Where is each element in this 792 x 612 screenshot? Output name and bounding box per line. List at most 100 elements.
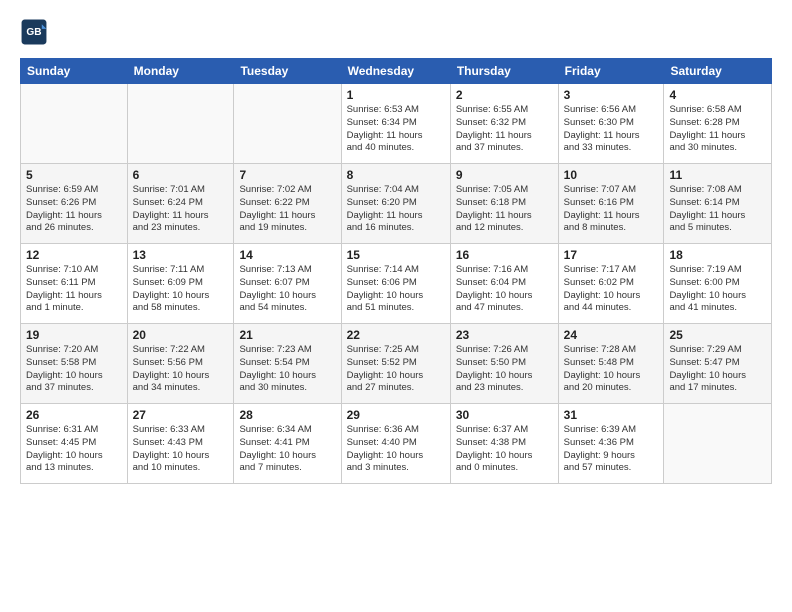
weekday-header-thursday: Thursday: [450, 59, 558, 84]
day-number: 22: [347, 328, 445, 342]
day-number: 16: [456, 248, 553, 262]
calendar-cell: 26 Sunrise: 6:31 AM Sunset: 4:45 PM Dayli…: [21, 404, 128, 484]
calendar-cell: 13Sunrise: 7:11 AM Sunset: 6:09 PM Dayli…: [127, 244, 234, 324]
calendar-cell: 3 Sunrise: 6:56 AM Sunset: 6:30 PM Daylig…: [558, 84, 664, 164]
calendar-week-4: 19Sunrise: 7:20 AM Sunset: 5:58 PM Dayli…: [21, 324, 772, 404]
day-info: Sunrise: 7:25 AM Sunset: 5:52 PM Dayligh…: [347, 344, 445, 395]
calendar-cell: 14Sunrise: 7:13 AM Sunset: 6:07 PM Dayli…: [234, 244, 341, 324]
day-info: Sunrise: 6:33 AM Sunset: 4:43 PM Dayligh…: [133, 424, 229, 475]
calendar-cell: 12 Sunrise: 7:10 AM Sunset: 6:11 PM Dayli…: [21, 244, 128, 324]
calendar-cell: 11 Sunrise: 7:08 AM Sunset: 6:14 PM Dayli…: [664, 164, 772, 244]
day-number: 15: [347, 248, 445, 262]
day-number: 7: [239, 168, 335, 182]
calendar-cell: 27 Sunrise: 6:33 AM Sunset: 4:43 PM Dayli…: [127, 404, 234, 484]
day-info: Sunrise: 7:28 AM Sunset: 5:48 PM Dayligh…: [564, 344, 659, 395]
calendar-cell: 8 Sunrise: 7:04 AM Sunset: 6:20 PM Daylig…: [341, 164, 450, 244]
day-info: Sunrise: 7:26 AM Sunset: 5:50 PM Dayligh…: [456, 344, 553, 395]
day-info: Sunrise: 7:10 AM Sunset: 6:11 PM Dayligh…: [26, 264, 122, 315]
day-number: 26: [26, 408, 122, 422]
day-info: Sunrise: 7:14 AM Sunset: 6:06 PM Dayligh…: [347, 264, 445, 315]
calendar-cell: 24 Sunrise: 7:28 AM Sunset: 5:48 PM Dayli…: [558, 324, 664, 404]
svg-text:GB: GB: [26, 27, 41, 38]
day-number: 8: [347, 168, 445, 182]
day-number: 12: [26, 248, 122, 262]
calendar-cell: 2 Sunrise: 6:55 AM Sunset: 6:32 PM Daylig…: [450, 84, 558, 164]
day-number: 6: [133, 168, 229, 182]
page: GB SundayMondayTuesdayWednesdayThursdayF…: [0, 0, 792, 612]
day-info: Sunrise: 7:02 AM Sunset: 6:22 PM Dayligh…: [239, 184, 335, 235]
day-number: 23: [456, 328, 553, 342]
day-info: Sunrise: 6:34 AM Sunset: 4:41 PM Dayligh…: [239, 424, 335, 475]
day-info: Sunrise: 7:05 AM Sunset: 6:18 PM Dayligh…: [456, 184, 553, 235]
day-info: Sunrise: 7:07 AM Sunset: 6:16 PM Dayligh…: [564, 184, 659, 235]
calendar-week-1: 1Sunrise: 6:53 AM Sunset: 6:34 PM Daylig…: [21, 84, 772, 164]
calendar-cell: 1Sunrise: 6:53 AM Sunset: 6:34 PM Daylig…: [341, 84, 450, 164]
calendar-cell: 7 Sunrise: 7:02 AM Sunset: 6:22 PM Daylig…: [234, 164, 341, 244]
calendar-cell: 31 Sunrise: 6:39 AM Sunset: 4:36 PM Dayli…: [558, 404, 664, 484]
day-info: Sunrise: 6:55 AM Sunset: 6:32 PM Dayligh…: [456, 104, 553, 155]
day-info: Sunrise: 7:08 AM Sunset: 6:14 PM Dayligh…: [669, 184, 766, 235]
calendar-cell: 10 Sunrise: 7:07 AM Sunset: 6:16 PM Dayli…: [558, 164, 664, 244]
day-info: Sunrise: 6:39 AM Sunset: 4:36 PM Dayligh…: [564, 424, 659, 475]
day-number: 25: [669, 328, 766, 342]
day-number: 20: [133, 328, 229, 342]
weekday-header-sunday: Sunday: [21, 59, 128, 84]
day-info: Sunrise: 6:31 AM Sunset: 4:45 PM Dayligh…: [26, 424, 122, 475]
day-info: Sunrise: 6:37 AM Sunset: 4:38 PM Dayligh…: [456, 424, 553, 475]
calendar-cell: 28 Sunrise: 6:34 AM Sunset: 4:41 PM Dayli…: [234, 404, 341, 484]
calendar-cell: [21, 84, 128, 164]
day-number: 9: [456, 168, 553, 182]
calendar-cell: 4Sunrise: 6:58 AM Sunset: 6:28 PM Daylig…: [664, 84, 772, 164]
calendar-cell: [664, 404, 772, 484]
calendar-cell: 25 Sunrise: 7:29 AM Sunset: 5:47 PM Dayli…: [664, 324, 772, 404]
calendar-cell: 16 Sunrise: 7:16 AM Sunset: 6:04 PM Dayli…: [450, 244, 558, 324]
calendar-cell: 18Sunrise: 7:19 AM Sunset: 6:00 PM Dayli…: [664, 244, 772, 324]
day-number: 28: [239, 408, 335, 422]
day-number: 10: [564, 168, 659, 182]
calendar-cell: [127, 84, 234, 164]
header: GB: [20, 18, 772, 46]
day-info: Sunrise: 6:56 AM Sunset: 6:30 PM Dayligh…: [564, 104, 659, 155]
day-number: 2: [456, 88, 553, 102]
calendar-cell: 30Sunrise: 6:37 AM Sunset: 4:38 PM Dayli…: [450, 404, 558, 484]
calendar-table: SundayMondayTuesdayWednesdayThursdayFrid…: [20, 58, 772, 484]
weekday-header-saturday: Saturday: [664, 59, 772, 84]
day-number: 17: [564, 248, 659, 262]
calendar-cell: 29Sunrise: 6:36 AM Sunset: 4:40 PM Dayli…: [341, 404, 450, 484]
day-number: 19: [26, 328, 122, 342]
calendar-cell: 5Sunrise: 6:59 AM Sunset: 6:26 PM Daylig…: [21, 164, 128, 244]
calendar-cell: 9 Sunrise: 7:05 AM Sunset: 6:18 PM Daylig…: [450, 164, 558, 244]
calendar-cell: 20 Sunrise: 7:22 AM Sunset: 5:56 PM Dayli…: [127, 324, 234, 404]
day-info: Sunrise: 7:22 AM Sunset: 5:56 PM Dayligh…: [133, 344, 229, 395]
calendar-week-5: 26 Sunrise: 6:31 AM Sunset: 4:45 PM Dayli…: [21, 404, 772, 484]
day-number: 29: [347, 408, 445, 422]
day-info: Sunrise: 7:01 AM Sunset: 6:24 PM Dayligh…: [133, 184, 229, 235]
calendar-week-2: 5Sunrise: 6:59 AM Sunset: 6:26 PM Daylig…: [21, 164, 772, 244]
day-info: Sunrise: 7:29 AM Sunset: 5:47 PM Dayligh…: [669, 344, 766, 395]
day-number: 3: [564, 88, 659, 102]
calendar-cell: [234, 84, 341, 164]
logo-icon: GB: [20, 18, 48, 46]
calendar-cell: 17 Sunrise: 7:17 AM Sunset: 6:02 PM Dayli…: [558, 244, 664, 324]
weekday-header-tuesday: Tuesday: [234, 59, 341, 84]
day-number: 24: [564, 328, 659, 342]
day-info: Sunrise: 7:19 AM Sunset: 6:00 PM Dayligh…: [669, 264, 766, 315]
day-number: 5: [26, 168, 122, 182]
day-number: 21: [239, 328, 335, 342]
day-info: Sunrise: 7:16 AM Sunset: 6:04 PM Dayligh…: [456, 264, 553, 315]
calendar-cell: 15 Sunrise: 7:14 AM Sunset: 6:06 PM Dayli…: [341, 244, 450, 324]
calendar-header-row: SundayMondayTuesdayWednesdayThursdayFrid…: [21, 59, 772, 84]
day-info: Sunrise: 7:11 AM Sunset: 6:09 PM Dayligh…: [133, 264, 229, 315]
calendar-cell: 6 Sunrise: 7:01 AM Sunset: 6:24 PM Daylig…: [127, 164, 234, 244]
day-number: 14: [239, 248, 335, 262]
day-info: Sunrise: 6:58 AM Sunset: 6:28 PM Dayligh…: [669, 104, 766, 155]
calendar-cell: 19Sunrise: 7:20 AM Sunset: 5:58 PM Dayli…: [21, 324, 128, 404]
day-number: 31: [564, 408, 659, 422]
day-number: 11: [669, 168, 766, 182]
day-number: 1: [347, 88, 445, 102]
day-info: Sunrise: 7:04 AM Sunset: 6:20 PM Dayligh…: [347, 184, 445, 235]
day-info: Sunrise: 7:17 AM Sunset: 6:02 PM Dayligh…: [564, 264, 659, 315]
day-number: 27: [133, 408, 229, 422]
calendar-cell: 22 Sunrise: 7:25 AM Sunset: 5:52 PM Dayli…: [341, 324, 450, 404]
calendar-cell: 21Sunrise: 7:23 AM Sunset: 5:54 PM Dayli…: [234, 324, 341, 404]
